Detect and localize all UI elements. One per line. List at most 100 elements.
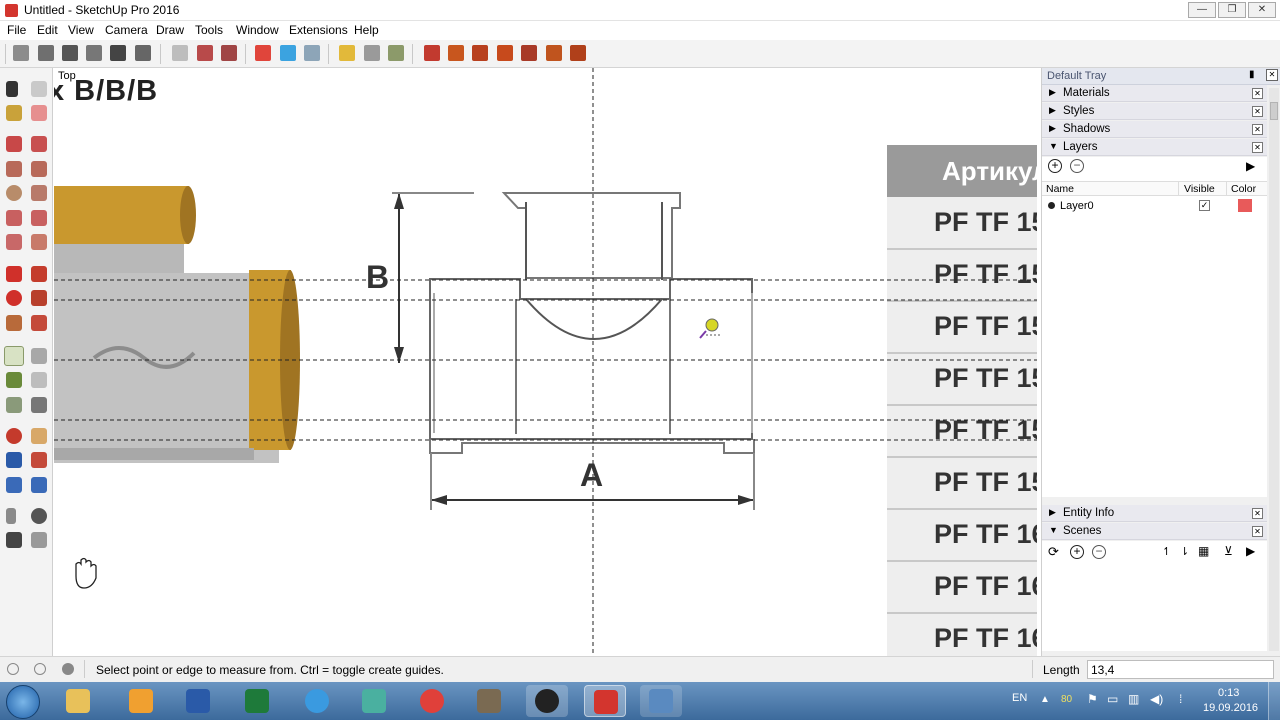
menu-file[interactable]: File bbox=[7, 23, 26, 37]
move-icon[interactable] bbox=[6, 266, 22, 282]
materials-panel-header[interactable]: ▶ Materials ✕ bbox=[1042, 85, 1267, 102]
flag-icon[interactable]: ⚑ bbox=[1087, 692, 1098, 706]
arc-icon[interactable] bbox=[6, 210, 22, 226]
organizer-taskbar-button[interactable] bbox=[353, 685, 395, 717]
outlook-taskbar-button[interactable] bbox=[120, 685, 162, 717]
gimp-taskbar-button[interactable] bbox=[468, 685, 510, 717]
move-scene-down-icon[interactable]: ⇂ bbox=[1180, 545, 1189, 558]
panel-close-icon[interactable]: ✕ bbox=[1252, 124, 1263, 135]
column-visible[interactable]: Visible bbox=[1184, 183, 1215, 195]
notification-icon[interactable]: ⁞ bbox=[1179, 692, 1182, 706]
column-color[interactable]: Color bbox=[1231, 183, 1256, 195]
front-view-icon[interactable] bbox=[62, 45, 78, 61]
move-scene-up-icon[interactable]: ↿ bbox=[1162, 545, 1171, 558]
panel-close-icon[interactable]: ✕ bbox=[1252, 526, 1263, 537]
wireframe-icon[interactable] bbox=[221, 45, 237, 61]
scenes-panel-header[interactable]: ▼ Scenes ✕ bbox=[1042, 523, 1267, 540]
panel-close-icon[interactable]: ✕ bbox=[1252, 88, 1263, 99]
obs-taskbar-button[interactable] bbox=[526, 685, 568, 717]
back-edges-icon[interactable] bbox=[197, 45, 213, 61]
push-pull-icon[interactable] bbox=[31, 266, 47, 282]
three-point-arc-icon[interactable] bbox=[6, 234, 22, 250]
view-options-icon[interactable]: ▦ bbox=[1198, 544, 1209, 558]
freehand-icon[interactable] bbox=[31, 136, 47, 152]
smoove-icon[interactable] bbox=[472, 45, 488, 61]
geo-location-icon[interactable] bbox=[7, 663, 19, 675]
menu-window[interactable]: Window bbox=[236, 23, 279, 37]
layer-row[interactable]: Layer0 ✓ bbox=[1042, 198, 1267, 214]
show-desktop-button[interactable] bbox=[1268, 682, 1280, 720]
entity-info-panel-header[interactable]: ▶ Entity Info ✕ bbox=[1042, 505, 1267, 522]
refresh-scene-icon[interactable]: ⟳ bbox=[1048, 544, 1059, 560]
stamp-icon[interactable] bbox=[497, 45, 513, 61]
polygon-icon[interactable] bbox=[31, 185, 47, 201]
position-camera-icon[interactable] bbox=[6, 508, 16, 524]
pin-icon[interactable]: ▮ bbox=[1249, 69, 1255, 80]
language-indicator[interactable]: EN bbox=[1012, 692, 1027, 704]
user-account-icon[interactable] bbox=[62, 663, 74, 675]
shaded-icon[interactable] bbox=[280, 45, 296, 61]
menu-edit[interactable]: Edit bbox=[37, 23, 58, 37]
panel-close-icon[interactable]: ✕ bbox=[1252, 106, 1263, 117]
right-view-icon[interactable] bbox=[86, 45, 102, 61]
menu-draw[interactable]: Draw bbox=[156, 23, 184, 37]
dimension-icon[interactable] bbox=[31, 348, 47, 364]
tray-scrollbar[interactable] bbox=[1269, 88, 1279, 651]
scale-icon[interactable] bbox=[6, 315, 22, 331]
excel-taskbar-button[interactable] bbox=[236, 685, 278, 717]
tray-close-icon[interactable]: ✕ bbox=[1266, 69, 1278, 81]
monochrome-icon[interactable] bbox=[339, 45, 355, 61]
active-layer-radio[interactable] bbox=[1048, 202, 1055, 209]
line-icon[interactable] bbox=[6, 136, 22, 152]
circle-icon[interactable] bbox=[6, 185, 22, 201]
back-view-icon[interactable] bbox=[110, 45, 126, 61]
screen-icon[interactable]: ▭ bbox=[1107, 692, 1118, 706]
panel-close-icon[interactable]: ✕ bbox=[1252, 142, 1263, 153]
network-icon[interactable]: ▥ bbox=[1128, 692, 1139, 706]
paint-bucket-icon[interactable] bbox=[6, 105, 22, 121]
panel-close-icon[interactable]: ✕ bbox=[1252, 508, 1263, 519]
add-scene-icon[interactable]: + bbox=[1070, 545, 1084, 559]
credits-icon[interactable] bbox=[34, 663, 46, 675]
remove-scene-icon[interactable]: − bbox=[1092, 545, 1106, 559]
start-button[interactable] bbox=[6, 685, 40, 719]
styles-panel-header[interactable]: ▶ Styles ✕ bbox=[1042, 103, 1267, 120]
two-point-arc-icon[interactable] bbox=[31, 210, 47, 226]
explorer-taskbar-button[interactable] bbox=[57, 685, 99, 717]
word-taskbar-button[interactable] bbox=[177, 685, 219, 717]
clock-time[interactable]: 0:13 bbox=[1218, 687, 1239, 699]
ie-taskbar-button[interactable] bbox=[296, 685, 338, 717]
shadows-panel-header[interactable]: ▶ Shadows ✕ bbox=[1042, 121, 1267, 138]
previous-view-icon[interactable] bbox=[31, 477, 47, 493]
viewer-taskbar-button[interactable] bbox=[640, 685, 682, 717]
pie-icon[interactable] bbox=[31, 234, 47, 250]
protractor-icon[interactable] bbox=[6, 372, 22, 388]
volume-icon[interactable]: ◀) bbox=[1150, 692, 1163, 706]
section-plane-icon[interactable] bbox=[31, 532, 47, 548]
axes-icon[interactable] bbox=[6, 397, 22, 413]
left-view-icon[interactable] bbox=[135, 45, 151, 61]
drawing-canvas[interactable]: Top x В/В/В B A Артикул PF TF 15 PF TF 1… bbox=[54, 68, 1037, 656]
delete-layer-icon[interactable]: − bbox=[1070, 159, 1084, 173]
drape-icon[interactable] bbox=[521, 45, 537, 61]
top-view-icon[interactable] bbox=[38, 45, 54, 61]
make-component-icon[interactable] bbox=[31, 81, 47, 97]
rotate-icon[interactable] bbox=[6, 290, 22, 306]
3d-text-icon[interactable] bbox=[31, 397, 47, 413]
layer-color-swatch[interactable] bbox=[1238, 199, 1252, 212]
xray-icon[interactable] bbox=[172, 45, 188, 61]
group-icon[interactable] bbox=[388, 45, 404, 61]
orbit-icon[interactable] bbox=[6, 428, 22, 444]
sandbox-from-contours-icon[interactable] bbox=[424, 45, 440, 61]
rectangle-icon[interactable] bbox=[6, 161, 22, 177]
layer-visible-checkbox[interactable]: ✓ bbox=[1199, 200, 1210, 211]
layers-details-icon[interactable]: ▶ bbox=[1246, 159, 1255, 173]
follow-me-icon[interactable] bbox=[31, 290, 47, 306]
pan-icon[interactable] bbox=[31, 428, 47, 444]
sketchup-taskbar-button[interactable] bbox=[584, 685, 626, 717]
select-arrow-icon[interactable] bbox=[6, 81, 18, 97]
iso-view-icon[interactable] bbox=[13, 45, 29, 61]
add-layer-icon[interactable]: + bbox=[1048, 159, 1062, 173]
menu-tools[interactable]: Tools bbox=[195, 23, 223, 37]
minimize-button[interactable]: — bbox=[1188, 2, 1216, 18]
